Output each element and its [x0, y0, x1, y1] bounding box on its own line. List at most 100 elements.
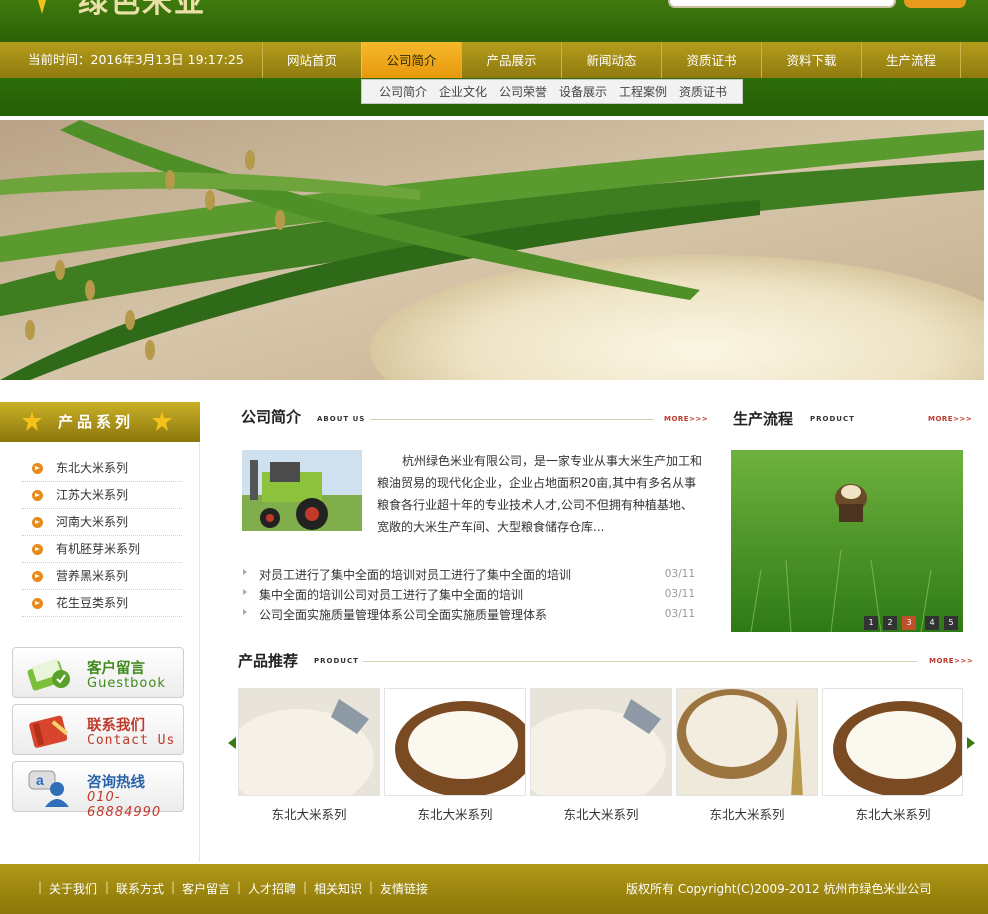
nav-news[interactable]: 新闻动态	[561, 42, 661, 78]
products-more-link[interactable]: MORE>>>	[929, 657, 973, 665]
rice-pile-image	[531, 689, 671, 795]
category-label: 河南大米系列	[56, 515, 129, 529]
guestbook-title: 客户留言	[87, 661, 145, 677]
about-summary: 杭州绿色米业有限公司，是一家专业从事大米生产加工和粮油贸易的现代化企业，企业占地…	[377, 454, 703, 534]
about-more-link[interactable]: MORE>>>	[664, 415, 708, 423]
footer-separator: |	[171, 880, 176, 894]
nav-certificates[interactable]: 资质证书	[661, 42, 761, 78]
svg-text:a: a	[36, 772, 44, 788]
rice-bowl-image	[385, 689, 525, 795]
category-item[interactable]: 河南大米系列	[22, 509, 182, 536]
category-label: 营养黑米系列	[56, 569, 129, 583]
nav-about[interactable]: 公司简介	[361, 42, 461, 78]
footer-separator: |	[303, 880, 308, 894]
sidebar-title: 产品系列	[58, 413, 135, 431]
submenu-item[interactable]: 公司简介	[379, 80, 427, 105]
submenu-item[interactable]: 工程案例	[619, 80, 667, 105]
news-item[interactable]: 集中全面的培训公司对员工进行了集中全面的培训 03/11	[243, 585, 703, 605]
products-title: 产品推荐	[238, 652, 299, 670]
news-date: 03/11	[664, 608, 695, 620]
contact-title: 联系我们	[87, 718, 145, 734]
triangle-bullet-icon	[243, 589, 247, 595]
product-image[interactable]	[530, 688, 672, 796]
hotline-title: 咨询热线	[87, 775, 145, 791]
footer-link[interactable]: 关于我们	[49, 880, 97, 897]
category-item[interactable]: 东北大米系列	[22, 455, 182, 482]
arrow-bullet-icon	[32, 598, 43, 609]
sidebar-header: 产品系列	[0, 402, 200, 442]
product-label[interactable]: 东北大米系列	[822, 804, 964, 823]
contact-subtitle: Contact Us	[87, 733, 176, 748]
news-title: 集中全面的培训公司对员工进行了集中全面的培训	[259, 588, 524, 602]
contact-us-button[interactable]: 联系我们 Contact Us	[12, 704, 184, 755]
category-item[interactable]: 营养黑米系列	[22, 563, 182, 590]
footer-separator: |	[237, 880, 242, 894]
footer-separator: |	[369, 880, 374, 894]
footer-link[interactable]: 友情链接	[380, 880, 428, 897]
carousel-next-icon[interactable]	[967, 737, 975, 749]
rice-pile-image	[239, 689, 379, 795]
tractor-image	[242, 450, 362, 531]
process-en-label: PRODUCT	[810, 415, 855, 423]
product-label[interactable]: 东北大米系列	[384, 804, 526, 823]
submenu-item[interactable]: 公司荣誉	[499, 80, 547, 105]
header-top: 绿色米业	[0, 0, 988, 42]
footer-separator: |	[38, 880, 43, 894]
news-item[interactable]: 公司全面实施质量管理体系公司全面实施质量管理体系 03/11	[243, 605, 703, 625]
product-label[interactable]: 东北大米系列	[676, 804, 818, 823]
category-label: 东北大米系列	[56, 461, 129, 475]
footer-link[interactable]: 联系方式	[116, 880, 164, 897]
nav-process[interactable]: 生产流程	[861, 42, 961, 78]
category-item[interactable]: 花生豆类系列	[22, 590, 182, 617]
slide-page-button[interactable]: 5	[944, 616, 958, 630]
main-nav: 当前时间：2016年3月13日 19:17:25 网站首页 公司简介 产品展示 …	[0, 42, 988, 78]
news-item[interactable]: 对员工进行了集中全面的培训对员工进行了集中全面的培训 03/11	[243, 565, 703, 585]
product-image[interactable]	[822, 688, 963, 796]
category-item[interactable]: 有机胚芽米系列	[22, 536, 182, 563]
hotline-button[interactable]: a 咨询热线 010-68884990	[12, 761, 184, 820]
hotline-number: 010-68884990	[87, 790, 162, 820]
slide-page-button-active[interactable]: 3	[902, 616, 916, 630]
triangle-bullet-icon	[243, 569, 247, 575]
divider	[370, 419, 654, 420]
submenu-item[interactable]: 资质证书	[679, 80, 727, 105]
slide-page-button[interactable]: 1	[864, 616, 878, 630]
slide-page-button[interactable]: 2	[883, 616, 897, 630]
news-title: 对员工进行了集中全面的培训对员工进行了集中全面的培训	[259, 568, 572, 582]
footer-link[interactable]: 相关知识	[314, 880, 362, 897]
arrow-bullet-icon	[32, 490, 43, 501]
star-icon	[22, 411, 42, 431]
product-label[interactable]: 东北大米系列	[530, 804, 672, 823]
copyright-text: 版权所有 Copyright(C)2009-2012 杭州市绿色米业公司	[626, 882, 932, 896]
footer-link[interactable]: 人才招聘	[248, 880, 296, 897]
about-en-label: ABOUT US	[317, 415, 366, 423]
product-image[interactable]	[238, 688, 380, 796]
search-input[interactable]	[668, 0, 896, 8]
process-title: 生产流程	[733, 410, 794, 428]
about-title: 公司简介	[241, 408, 302, 426]
guestbook-icon	[27, 658, 70, 691]
guestbook-button[interactable]: 客户留言 Guestbook	[12, 647, 184, 698]
about-submenu: 公司简介 企业文化 公司荣誉 设备展示 工程案例 资质证书	[361, 79, 743, 104]
category-label: 江苏大米系列	[56, 488, 129, 502]
nav-home[interactable]: 网站首页	[262, 42, 361, 78]
hero-banner	[0, 120, 984, 380]
product-image[interactable]	[384, 688, 526, 796]
news-title: 公司全面实施质量管理体系公司全面实施质量管理体系	[259, 608, 548, 622]
product-label[interactable]: 东北大米系列	[238, 804, 380, 823]
carousel-prev-icon[interactable]	[228, 737, 236, 749]
submenu-item[interactable]: 设备展示	[559, 80, 607, 105]
process-more-link[interactable]: MORE>>>	[928, 415, 972, 423]
category-item[interactable]: 江苏大米系列	[22, 482, 182, 509]
nav-downloads[interactable]: 资料下载	[761, 42, 861, 78]
news-date: 03/11	[664, 588, 695, 600]
product-image[interactable]	[676, 688, 818, 796]
search-button[interactable]	[904, 0, 966, 8]
slide-page-button[interactable]: 4	[925, 616, 939, 630]
logo-star-icon	[38, 0, 46, 14]
site-logo[interactable]: 绿色米业	[78, 0, 206, 18]
nav-products[interactable]: 产品展示	[461, 42, 561, 78]
products-en-label: PRODUCT	[314, 657, 359, 665]
submenu-item[interactable]: 企业文化	[439, 80, 487, 105]
footer-link[interactable]: 客户留言	[182, 880, 230, 897]
